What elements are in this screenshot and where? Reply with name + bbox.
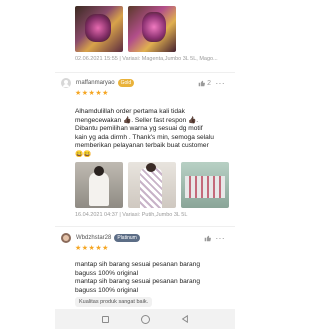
star-rating: ★★★★★ (75, 90, 109, 97)
review-photo[interactable] (128, 162, 176, 208)
reviews-screen: 02.06.2021 15:55 | Variasi: Magenta,Jumb… (55, 0, 235, 329)
username[interactable]: rnaffanmaryao (76, 80, 115, 86)
review-line: kain yg ada dirmh . Thank's min, semoga … (75, 133, 214, 141)
avatar[interactable] (61, 233, 71, 243)
review-header: rnaffanmaryao Gold 2 ··· (55, 76, 235, 90)
more-dots-icon[interactable]: ··· (216, 234, 226, 243)
review-item: rnaffanmaryao Gold 2 ··· ★★★★★ Alhamduli… (55, 76, 235, 218)
review-line: mantap sih barang sesuai pesanan barang (75, 278, 201, 285)
review-photo[interactable] (75, 162, 123, 208)
thumbs-up-icon (198, 80, 206, 86)
divider (55, 226, 235, 227)
review-line: memberikan pelayanan terbaik buat custom… (75, 142, 209, 149)
review-line: Alhamdulillah order pertama kali tidak (75, 108, 185, 115)
member-badge: Gold (117, 79, 135, 87)
divider (55, 72, 235, 73)
review-line: 😀😀 (75, 150, 92, 158)
review-line: mengecewakan 👍🏿. Seller fast respon 👍🏿. (75, 116, 199, 124)
review-photo[interactable] (181, 162, 229, 208)
review-meta: 02.06.2021 15:55 | Variasi: Magenta,Jumb… (75, 56, 218, 62)
review-photo[interactable] (75, 6, 123, 52)
review-tag: Kualitas produk sangat baik. (75, 297, 153, 307)
review-previous: 02.06.2021 15:55 | Variasi: Magenta,Jumb… (55, 6, 235, 62)
star-rating: ★★★★★ (75, 245, 109, 252)
review-photo[interactable] (128, 6, 176, 52)
like-count: 2 (207, 79, 211, 87)
back-icon[interactable] (180, 314, 190, 324)
review-header: Wbdzhstar28 Platinum ··· (55, 231, 235, 245)
like-button[interactable]: 2 (198, 80, 211, 87)
review-photos (55, 162, 235, 208)
thumbs-up-icon (204, 235, 211, 241)
username[interactable]: Wbdzhstar28 (76, 235, 111, 241)
review-photos (55, 6, 235, 52)
system-nav-bar (55, 309, 235, 329)
member-badge: Platinum (114, 234, 140, 242)
home-icon[interactable] (140, 314, 150, 324)
review-line: Dibantu pemilihan warna yg sesuai dg mot… (75, 125, 203, 132)
review-line: mantap sih barang sesuai pesanan barang (75, 261, 201, 268)
review-text: Alhamdulillah order pertama kali tidak m… (55, 108, 235, 159)
avatar[interactable] (61, 78, 71, 88)
review-meta: 16.04.2021 04:37 | Variasi: Putih,Jumbo … (75, 212, 188, 218)
recent-apps-icon[interactable] (100, 314, 110, 324)
more-dots-icon[interactable]: ··· (216, 79, 226, 88)
review-text: mantap sih barang sesuai pesanan barang … (55, 261, 235, 295)
review-item: Wbdzhstar28 Platinum ··· ★★★★★ mantap si… (55, 231, 235, 295)
review-line: baguss 100% original (75, 286, 139, 294)
like-button[interactable] (204, 235, 211, 242)
review-line: baguss 100% original (75, 269, 139, 277)
